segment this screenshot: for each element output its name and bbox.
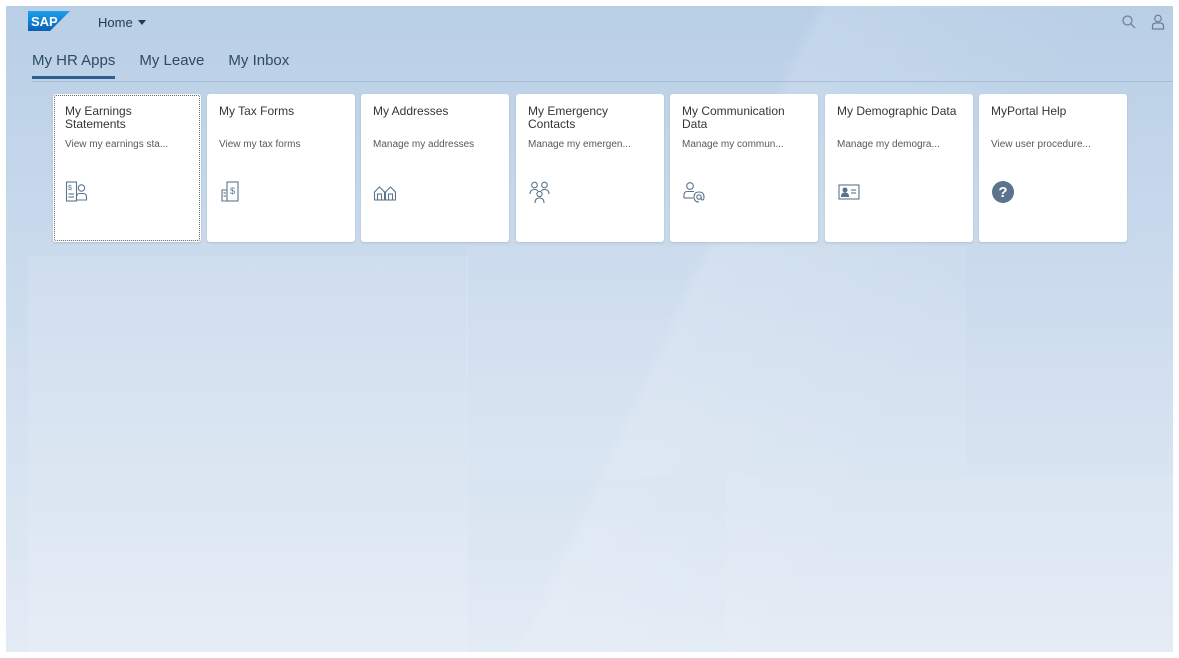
svg-text:$: $ xyxy=(230,186,235,196)
tile-title: My Demographic Data xyxy=(837,105,957,118)
earnings-statement-icon: $ xyxy=(65,180,89,204)
communication-data-icon xyxy=(682,180,706,204)
svg-text:?: ? xyxy=(998,184,1007,201)
tab-my-inbox[interactable]: My Inbox xyxy=(228,52,289,79)
home-menu-label: Home xyxy=(98,15,133,30)
tab-my-leave[interactable]: My Leave xyxy=(139,52,204,79)
tile-my-earnings-statements[interactable]: My Earnings Statements View my earnings … xyxy=(53,94,201,242)
svg-text:$: $ xyxy=(68,185,72,192)
emergency-contacts-icon xyxy=(528,180,552,204)
demographic-data-icon xyxy=(837,180,861,204)
tile-subtitle: View user procedure... xyxy=(991,139,1091,150)
tile-title: My Addresses xyxy=(373,105,449,118)
search-icon[interactable] xyxy=(1120,13,1138,31)
tile-title: My Communication Data xyxy=(682,105,785,131)
tile-my-emergency-contacts[interactable]: My Emergency Contacts Manage my emergen.… xyxy=(516,94,664,242)
launchpad-viewport: SAP Home My HR Apps My Leave My Inbox My… xyxy=(6,6,1173,652)
tile-subtitle: Manage my demogra... xyxy=(837,139,940,150)
tile-subtitle: Manage my addresses xyxy=(373,139,475,150)
tile-title: My Earnings Statements xyxy=(65,105,132,131)
tab-bar: My HR Apps My Leave My Inbox xyxy=(32,52,313,79)
addresses-icon xyxy=(373,180,397,204)
tab-divider xyxy=(32,81,1173,82)
help-icon: ? xyxy=(991,180,1015,204)
tile-subtitle: View my earnings sta... xyxy=(65,139,169,150)
tile-title: My Tax Forms xyxy=(219,105,295,118)
tile-my-demographic-data[interactable]: My Demographic Data Manage my demogra... xyxy=(825,94,973,242)
sap-logo-text: SAP xyxy=(31,14,58,29)
tile-myportal-help[interactable]: MyPortal Help View user procedure... ? xyxy=(979,94,1127,242)
user-icon[interactable] xyxy=(1149,13,1167,31)
tile-title: MyPortal Help xyxy=(991,105,1067,118)
tab-my-hr-apps[interactable]: My HR Apps xyxy=(32,52,116,79)
background-shape xyxy=(726,476,1173,652)
background-shape xyxy=(466,246,966,476)
tile-subtitle: View my tax forms xyxy=(219,139,301,150)
tile-my-addresses[interactable]: My Addresses Manage my addresses xyxy=(361,94,509,242)
tile-my-communication-data[interactable]: My Communication Data Manage my commun..… xyxy=(670,94,818,242)
tax-form-icon: $ xyxy=(219,180,243,204)
background-shape xyxy=(28,256,468,652)
tile-title: My Emergency Contacts xyxy=(528,105,609,131)
home-menu-button[interactable]: Home xyxy=(98,15,146,30)
tile-subtitle: Manage my commun... xyxy=(682,139,784,150)
tile-subtitle: Manage my emergen... xyxy=(528,139,631,150)
caret-down-icon xyxy=(137,20,146,25)
shell-bar: SAP Home xyxy=(6,6,1173,38)
tile-my-tax-forms[interactable]: My Tax Forms View my tax forms $ xyxy=(207,94,355,242)
sap-logo[interactable]: SAP xyxy=(28,11,70,31)
